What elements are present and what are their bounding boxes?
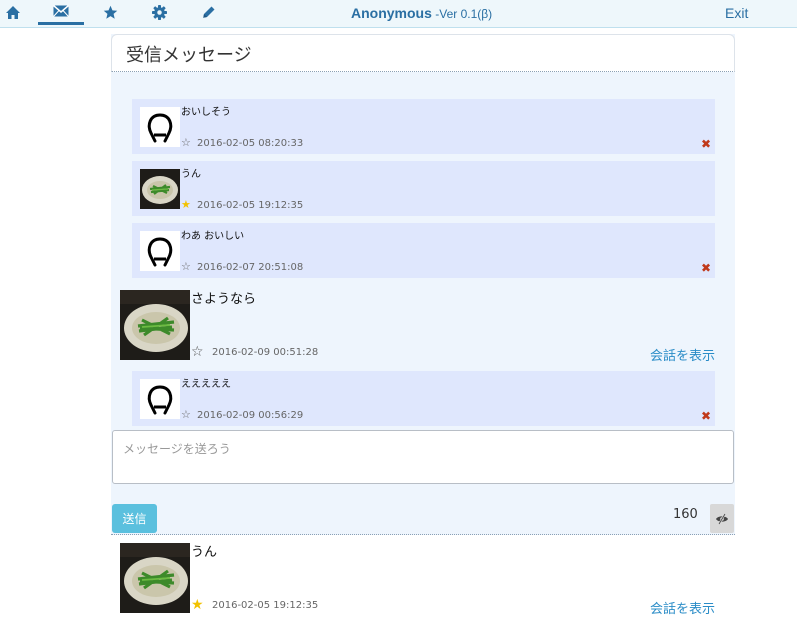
reply-item: うん ★ 2016-02-05 19:12:35: [132, 161, 715, 216]
brand-name: Anonymous: [351, 5, 432, 21]
nav-compose[interactable]: [185, 0, 231, 24]
message-text: うん: [191, 545, 218, 560]
message-text: さようなら: [191, 292, 257, 307]
message-date: 2016-02-09 00:51:28: [212, 347, 319, 358]
message-date: 2016-02-05 19:12:35: [212, 600, 319, 611]
star-icon: [103, 5, 117, 19]
star-icon[interactable]: ☆: [181, 408, 191, 421]
message-list: うん ★ 2016-02-05 19:12:35 会話を表示: [111, 535, 735, 623]
reply-date: 2016-02-07 20:51:08: [197, 262, 304, 273]
page-title: 受信メッセージ: [126, 45, 252, 66]
default-avatar-icon: [147, 113, 173, 143]
toggle-visibility-button[interactable]: [710, 504, 734, 533]
reply-text: わあ おいしい: [181, 231, 245, 242]
pencil-icon: [202, 6, 214, 18]
food-photo: [120, 543, 190, 613]
reply-item: わあ おいしい ☆ 2016-02-07 20:51:08 ✖: [132, 223, 715, 278]
delete-icon[interactable]: ✖: [701, 261, 711, 275]
panel-header: 受信メッセージ: [111, 34, 735, 72]
show-conversation-link[interactable]: 会話を表示: [650, 345, 715, 364]
star-icon[interactable]: ☆: [181, 136, 191, 149]
top-nav: Anonymous -Ver 0.1(β) Exit: [0, 0, 797, 28]
reply-item: えええええ ☆ 2016-02-09 00:56:29 ✖: [132, 371, 715, 426]
reply-date: 2016-02-05 19:12:35: [197, 200, 304, 211]
show-conversation-link[interactable]: 会話を表示: [650, 598, 715, 617]
star-icon[interactable]: ★: [181, 198, 191, 211]
food-photo: [140, 169, 180, 209]
reply-date: 2016-02-09 00:56:29: [197, 410, 304, 421]
delete-icon[interactable]: ✖: [701, 409, 711, 423]
exit-link[interactable]: Exit: [725, 5, 748, 21]
mail-icon: [53, 5, 69, 17]
default-avatar-icon: [147, 237, 173, 267]
app-brand: Anonymous -Ver 0.1(β): [351, 5, 492, 21]
reply-text: えええええ: [181, 379, 231, 390]
star-icon[interactable]: ☆: [191, 344, 204, 360]
delete-icon[interactable]: ✖: [701, 137, 711, 151]
message-item: うん ★ 2016-02-05 19:12:35 会話を表示: [111, 543, 735, 618]
char-counter: 160: [673, 507, 698, 522]
avatar: [140, 231, 180, 271]
avatar: [140, 107, 180, 147]
gear-icon: [151, 4, 167, 20]
reply-item: おいしそう ☆ 2016-02-05 08:20:33 ✖: [132, 99, 715, 154]
message-compose: [112, 430, 734, 484]
home-icon: [6, 5, 20, 19]
default-avatar-icon: [147, 385, 173, 415]
nav-favorites[interactable]: [87, 0, 133, 24]
star-icon[interactable]: ☆: [181, 260, 191, 273]
reply-text: うん: [181, 169, 201, 180]
eye-slash-icon: [716, 512, 728, 525]
nav-messages[interactable]: [38, 0, 84, 25]
brand-version: -Ver 0.1(β): [431, 7, 493, 21]
reply-date: 2016-02-05 08:20:33: [197, 138, 304, 149]
nav-home[interactable]: [0, 0, 36, 24]
main-message: さようなら ☆ 2016-02-09 00:51:28 会話を表示: [111, 290, 735, 365]
star-icon[interactable]: ★: [191, 597, 204, 613]
nav-settings[interactable]: [136, 0, 182, 24]
food-photo: [120, 290, 190, 360]
send-button[interactable]: 送信: [112, 504, 157, 533]
avatar: [140, 379, 180, 419]
avatar: [140, 169, 180, 209]
reply-text: おいしそう: [181, 107, 231, 118]
message-panel: 受信メッセージ おいしそう ☆ 2016-02-05 08:20:33 ✖ うん…: [111, 34, 735, 623]
message-input[interactable]: [113, 431, 733, 483]
